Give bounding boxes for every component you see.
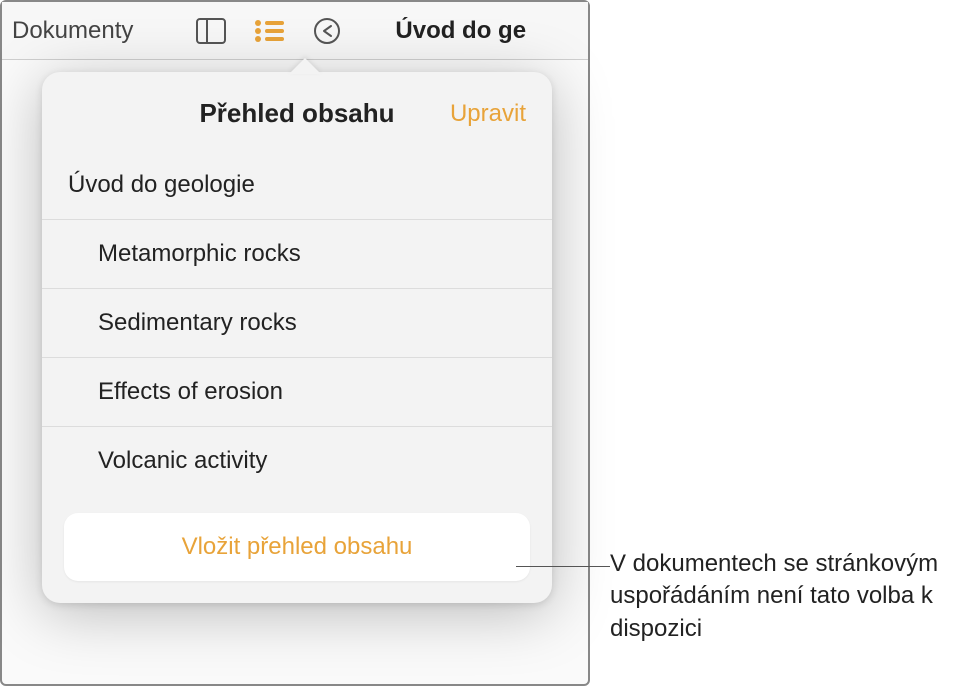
- toc-list: Úvod do geologie Metamorphic rocks Sedim…: [42, 151, 552, 495]
- toc-popover: Přehled obsahu Upravit Úvod do geologie …: [42, 72, 552, 603]
- callout-leader-line: [516, 566, 610, 567]
- popover-title: Přehled obsahu: [199, 98, 394, 129]
- insert-toc-button[interactable]: Vložit přehled obsahu: [64, 513, 530, 581]
- toc-item[interactable]: Volcanic activity: [42, 427, 552, 495]
- document-title: Úvod do ge: [395, 17, 526, 45]
- callout-text: V dokumentech se stránkovým uspořádáním …: [610, 548, 970, 645]
- toc-item[interactable]: Sedimentary rocks: [42, 289, 552, 358]
- toc-list-icon[interactable]: [249, 11, 289, 51]
- toc-item[interactable]: Effects of erosion: [42, 358, 552, 427]
- toc-item[interactable]: Úvod do geologie: [42, 151, 552, 220]
- toolbar: Dokumenty Úvod do ge: [2, 2, 588, 60]
- undo-icon[interactable]: [307, 11, 347, 51]
- popover-header: Přehled obsahu Upravit: [42, 72, 552, 151]
- documents-back-button[interactable]: Dokumenty: [12, 17, 133, 45]
- app-window: Dokumenty Úvod do ge: [0, 0, 590, 686]
- toc-item[interactable]: Metamorphic rocks: [42, 220, 552, 289]
- edit-button[interactable]: Upravit: [450, 100, 526, 128]
- sidebar-toggle-icon[interactable]: [191, 11, 231, 51]
